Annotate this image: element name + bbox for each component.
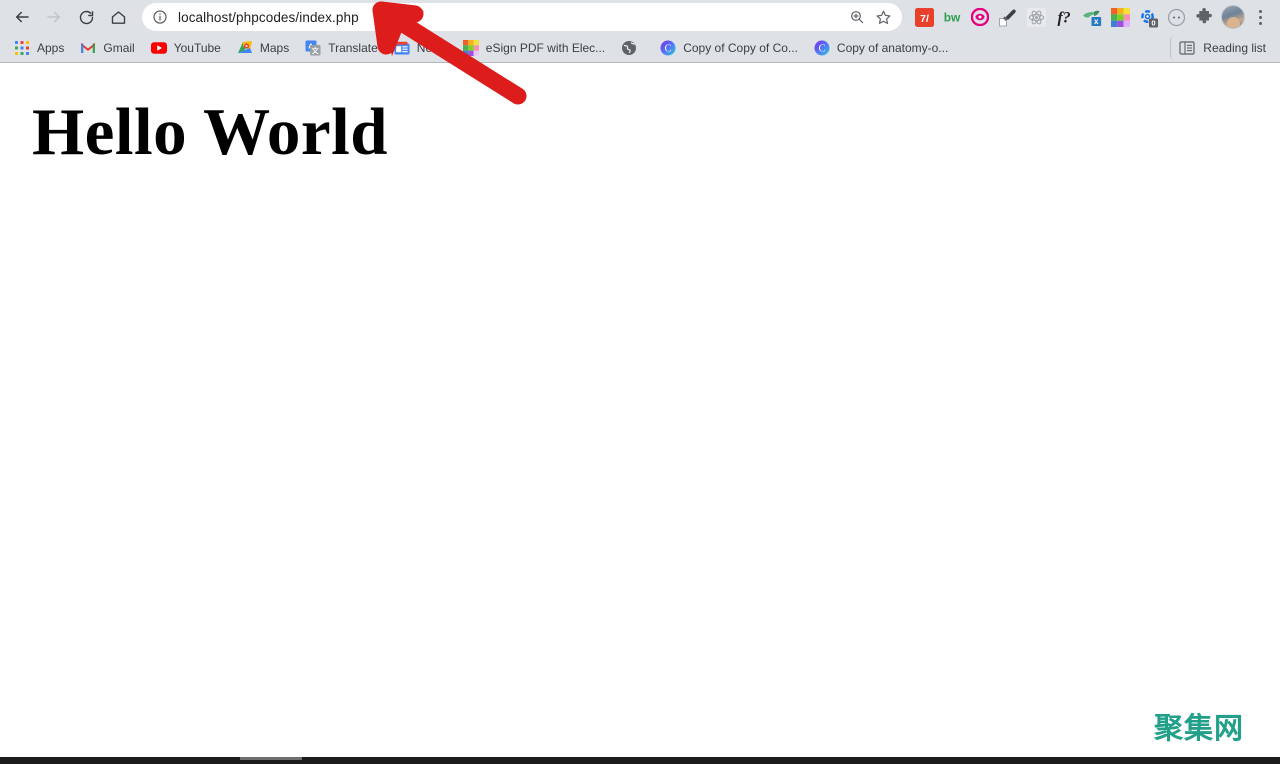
bookmark-youtube[interactable]: YouTube — [143, 36, 229, 60]
svg-text:C: C — [819, 44, 826, 55]
eyedropper-icon — [999, 9, 1016, 27]
bookmark-label: News — [416, 41, 447, 55]
youtube-icon — [150, 42, 167, 54]
color-grid-icon — [1110, 7, 1130, 27]
extension-red-slash[interactable]: 7/ — [910, 3, 938, 31]
bookmark-label: Maps — [259, 41, 290, 55]
reading-list-label: Reading list — [1203, 41, 1266, 55]
bookmark-label: Apps — [37, 41, 65, 55]
svg-text:文: 文 — [312, 46, 320, 55]
zoom-indicator-button[interactable] — [844, 4, 870, 30]
red-slash-icon: 7/ — [914, 7, 934, 27]
bookmark-label: Translate — [328, 41, 378, 55]
extension-bw[interactable]: bw — [938, 3, 966, 31]
bookmarks-bar: Apps Gmail YouTube Maps 文 Translate News… — [0, 34, 1280, 62]
bookmark-label: Copy of Copy of Co... — [683, 41, 798, 55]
bottom-strip-highlight — [240, 757, 302, 760]
translate-icon: A 文 — [305, 40, 321, 56]
browser-toolbar: localhost/phpcodes/index.php 7/ bw f? x … — [0, 0, 1280, 34]
svg-text:f?: f? — [1058, 10, 1071, 27]
gear-badge-count: 0 — [1151, 18, 1155, 27]
home-icon — [111, 10, 125, 24]
puzzle-icon — [1195, 7, 1212, 23]
extension-color-grid[interactable] — [1106, 3, 1134, 31]
svg-text:bw: bw — [944, 11, 961, 25]
back-button[interactable] — [8, 3, 36, 31]
star-icon — [876, 10, 890, 24]
bookmark-globe[interactable] — [613, 36, 652, 60]
menu-dot — [1258, 15, 1262, 19]
reload-icon — [79, 10, 93, 24]
canva-icon: C — [660, 40, 676, 56]
extension-excel-export[interactable]: x — [1078, 3, 1106, 31]
svg-text:7/: 7/ — [920, 13, 929, 24]
menu-dot — [1258, 9, 1262, 13]
forward-button[interactable] — [40, 3, 68, 31]
bookmark-news[interactable]: News — [386, 36, 455, 60]
avatar[interactable] — [1221, 5, 1245, 29]
bookmark-star-button[interactable] — [870, 4, 896, 30]
chrome-menu-button[interactable] — [1248, 3, 1272, 31]
url-text[interactable]: localhost/phpcodes/index.php — [178, 10, 844, 25]
reading-list-icon — [1179, 41, 1195, 55]
bookmark-label: YouTube — [173, 41, 221, 55]
extension-circle-dots[interactable] — [1162, 3, 1190, 31]
info-circle-icon[interactable] — [152, 9, 168, 25]
extension-react[interactable] — [1022, 3, 1050, 31]
circle-dots-icon — [1167, 8, 1185, 26]
watermark: 聚集网 — [1153, 711, 1244, 745]
globe-icon — [622, 41, 637, 55]
svg-text:x: x — [1094, 17, 1099, 26]
extension-magenta-eye[interactable] — [966, 3, 994, 31]
svg-text:C: C — [665, 44, 672, 55]
news-icon — [394, 41, 410, 55]
bottom-strip — [0, 757, 1280, 764]
extension-eyedropper[interactable] — [994, 3, 1022, 31]
atom-icon — [1026, 7, 1046, 27]
bw-icon: bw — [944, 11, 961, 25]
menu-dot — [1258, 21, 1262, 25]
bookmark-apps[interactable]: Apps — [6, 36, 72, 60]
apps-grid-icon — [15, 41, 29, 55]
maps-icon — [237, 41, 252, 53]
eye-icon — [971, 8, 989, 26]
bookmark-label: eSign PDF with Elec... — [485, 41, 606, 55]
zoom-in-icon — [851, 11, 864, 24]
address-bar[interactable]: localhost/phpcodes/index.php — [142, 3, 902, 31]
gmail-icon — [81, 43, 96, 53]
reload-button[interactable] — [72, 3, 100, 31]
gear-icon: 0 — [1140, 9, 1158, 28]
bookmark-gmail[interactable]: Gmail — [72, 36, 142, 60]
home-button[interactable] — [104, 3, 132, 31]
excel-export-icon: x — [1082, 10, 1101, 26]
bookmark-translate[interactable]: A 文 Translate — [297, 36, 386, 60]
color-grid-icon — [462, 40, 479, 56]
bookmark-esign-pdf[interactable]: eSign PDF with Elec... — [455, 36, 613, 60]
bookmark-label: Copy of anatomy-o... — [836, 41, 949, 55]
extension-gear-badge[interactable]: 0 — [1134, 3, 1162, 31]
f-question-icon: f? — [1058, 10, 1071, 27]
page-title: Hello World — [32, 95, 389, 169]
arrow-right-icon — [47, 11, 60, 23]
reading-list-button[interactable]: Reading list — [1170, 36, 1274, 60]
bookmark-copy-of-anatomy[interactable]: C Copy of anatomy-o... — [806, 36, 956, 60]
arrow-left-icon — [16, 11, 29, 23]
extension-puzzle[interactable] — [1190, 3, 1218, 31]
page-viewport: Hello World 聚集网 — [0, 63, 1280, 757]
bookmark-label: Gmail — [103, 41, 135, 55]
extensions-strip: 7/ bw f? x 0 — [910, 3, 1280, 31]
bookmark-maps[interactable]: Maps — [229, 36, 297, 60]
browser-chrome: localhost/phpcodes/index.php 7/ bw f? x … — [0, 0, 1280, 63]
canva-icon: C — [814, 40, 830, 56]
bookmark-copy-of-copy[interactable]: C Copy of Copy of Co... — [652, 36, 806, 60]
extension-fontface[interactable]: f? — [1050, 3, 1078, 31]
